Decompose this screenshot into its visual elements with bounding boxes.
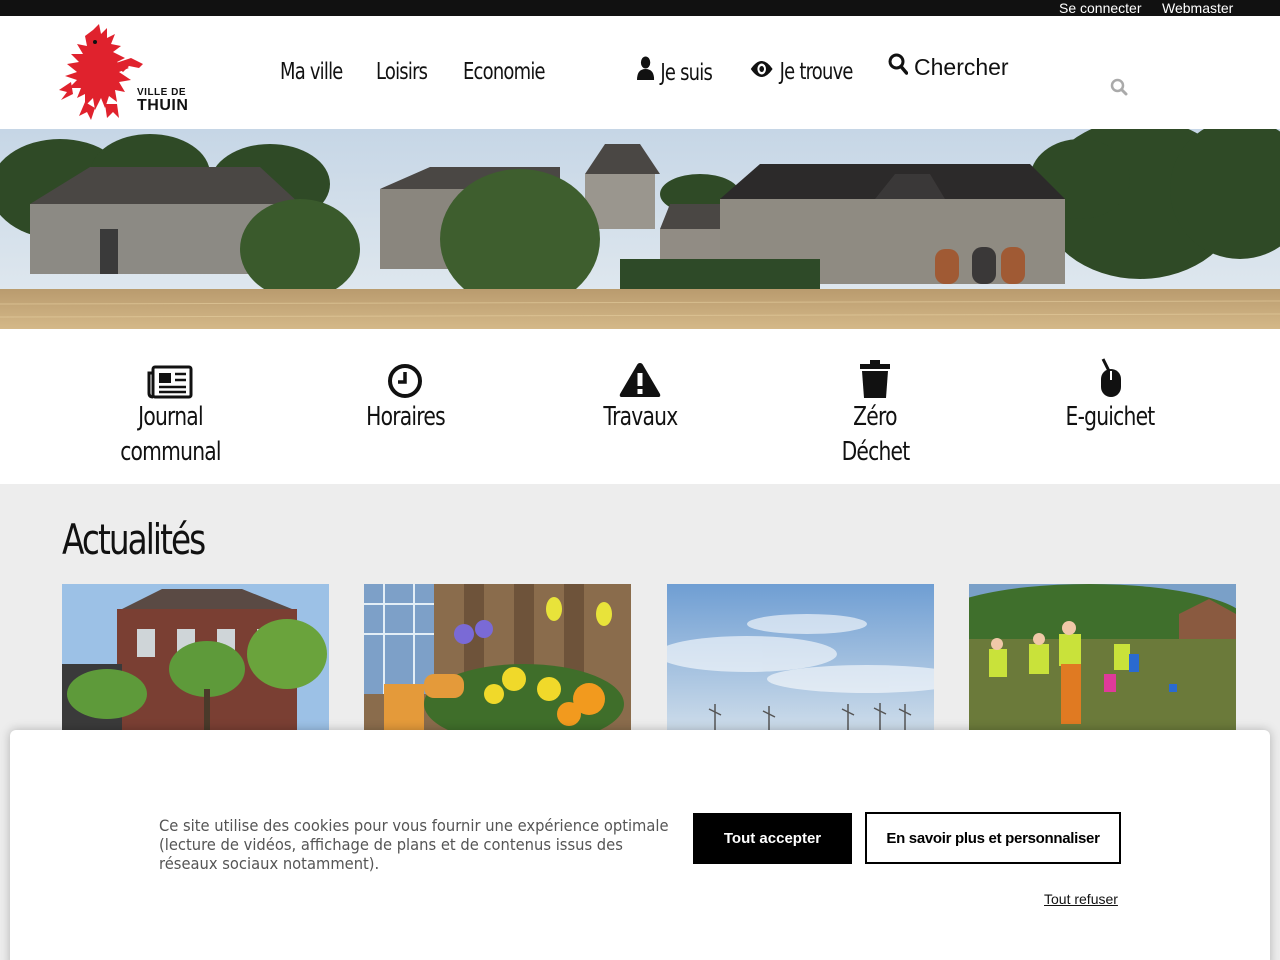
quick-link-e-guichet[interactable]: E-guichet	[1010, 355, 1210, 434]
login-link[interactable]: Se connecter	[1059, 0, 1142, 16]
trash-icon	[860, 360, 890, 398]
nav-chercher[interactable]: Chercher	[888, 52, 1009, 82]
logo-text: VILLE DE THUIN	[137, 88, 188, 114]
quick-link-travaux[interactable]: Travaux	[540, 355, 740, 434]
quick-link-journal[interactable]: Journal communal	[70, 355, 270, 469]
quick-link-label: Travaux	[602, 402, 678, 432]
newspaper-icon	[147, 365, 193, 399]
warning-icon	[619, 363, 661, 397]
quick-link-zero-dechet[interactable]: Zéro Déchet	[775, 355, 975, 469]
customize-cookies-button[interactable]: En savoir plus et personnaliser	[865, 812, 1121, 864]
nav-je-suis[interactable]: Je suis	[637, 56, 713, 89]
cookie-message: Ce site utilise des cookies pour vous fo…	[159, 816, 669, 873]
quick-link-label: Déchet	[841, 437, 910, 467]
nav-je-trouve[interactable]: Je trouve	[750, 56, 853, 88]
cookie-consent-banner: Ce site utilise des cookies pour vous fo…	[10, 730, 1270, 960]
user-icon	[637, 56, 655, 89]
news-section-title: Actualités	[62, 515, 206, 564]
quick-link-label: Journal	[137, 402, 203, 432]
top-utility-bar: Se connecter Webmaster	[0, 0, 1280, 16]
quick-link-label: communal	[119, 437, 221, 467]
hero-banner-image	[0, 129, 1280, 329]
accept-all-cookies-button[interactable]: Tout accepter	[693, 813, 852, 864]
logo-line2: THUIN	[137, 97, 189, 114]
site-header: VILLE DE THUIN Ma ville Loisirs Economie…	[0, 16, 1280, 129]
quick-link-label: Horaires	[365, 402, 446, 432]
quick-link-label: Zéro	[853, 402, 897, 432]
nav-ma-ville[interactable]: Ma ville	[280, 56, 343, 88]
nav-je-suis-label: Je suis	[660, 59, 713, 86]
search-icon	[888, 52, 909, 82]
quick-link-label: E-guichet	[1065, 402, 1156, 432]
nav-chercher-label: Chercher	[914, 54, 1009, 80]
webmaster-link[interactable]: Webmaster	[1162, 0, 1233, 16]
search-toggle-icon[interactable]	[1110, 78, 1128, 96]
quick-links-bar: Journal communal Horaires Travaux Zéro D…	[0, 329, 1280, 484]
eye-icon	[750, 56, 773, 88]
nav-je-trouve-label: Je trouve	[779, 59, 854, 85]
nav-economie[interactable]: Economie	[463, 56, 546, 88]
site-logo[interactable]: VILLE DE THUIN	[55, 24, 188, 122]
computer-mouse-icon	[1101, 358, 1121, 397]
news-card-image[interactable]	[969, 584, 1236, 744]
news-card-image[interactable]	[62, 584, 329, 744]
nav-loisirs[interactable]: Loisirs	[376, 56, 428, 88]
clock-icon	[388, 364, 422, 398]
news-card-image[interactable]	[667, 584, 934, 744]
quick-link-horaires[interactable]: Horaires	[305, 355, 505, 434]
news-card-image[interactable]	[364, 584, 631, 744]
refuse-all-cookies-link[interactable]: Tout refuser	[1044, 891, 1118, 907]
